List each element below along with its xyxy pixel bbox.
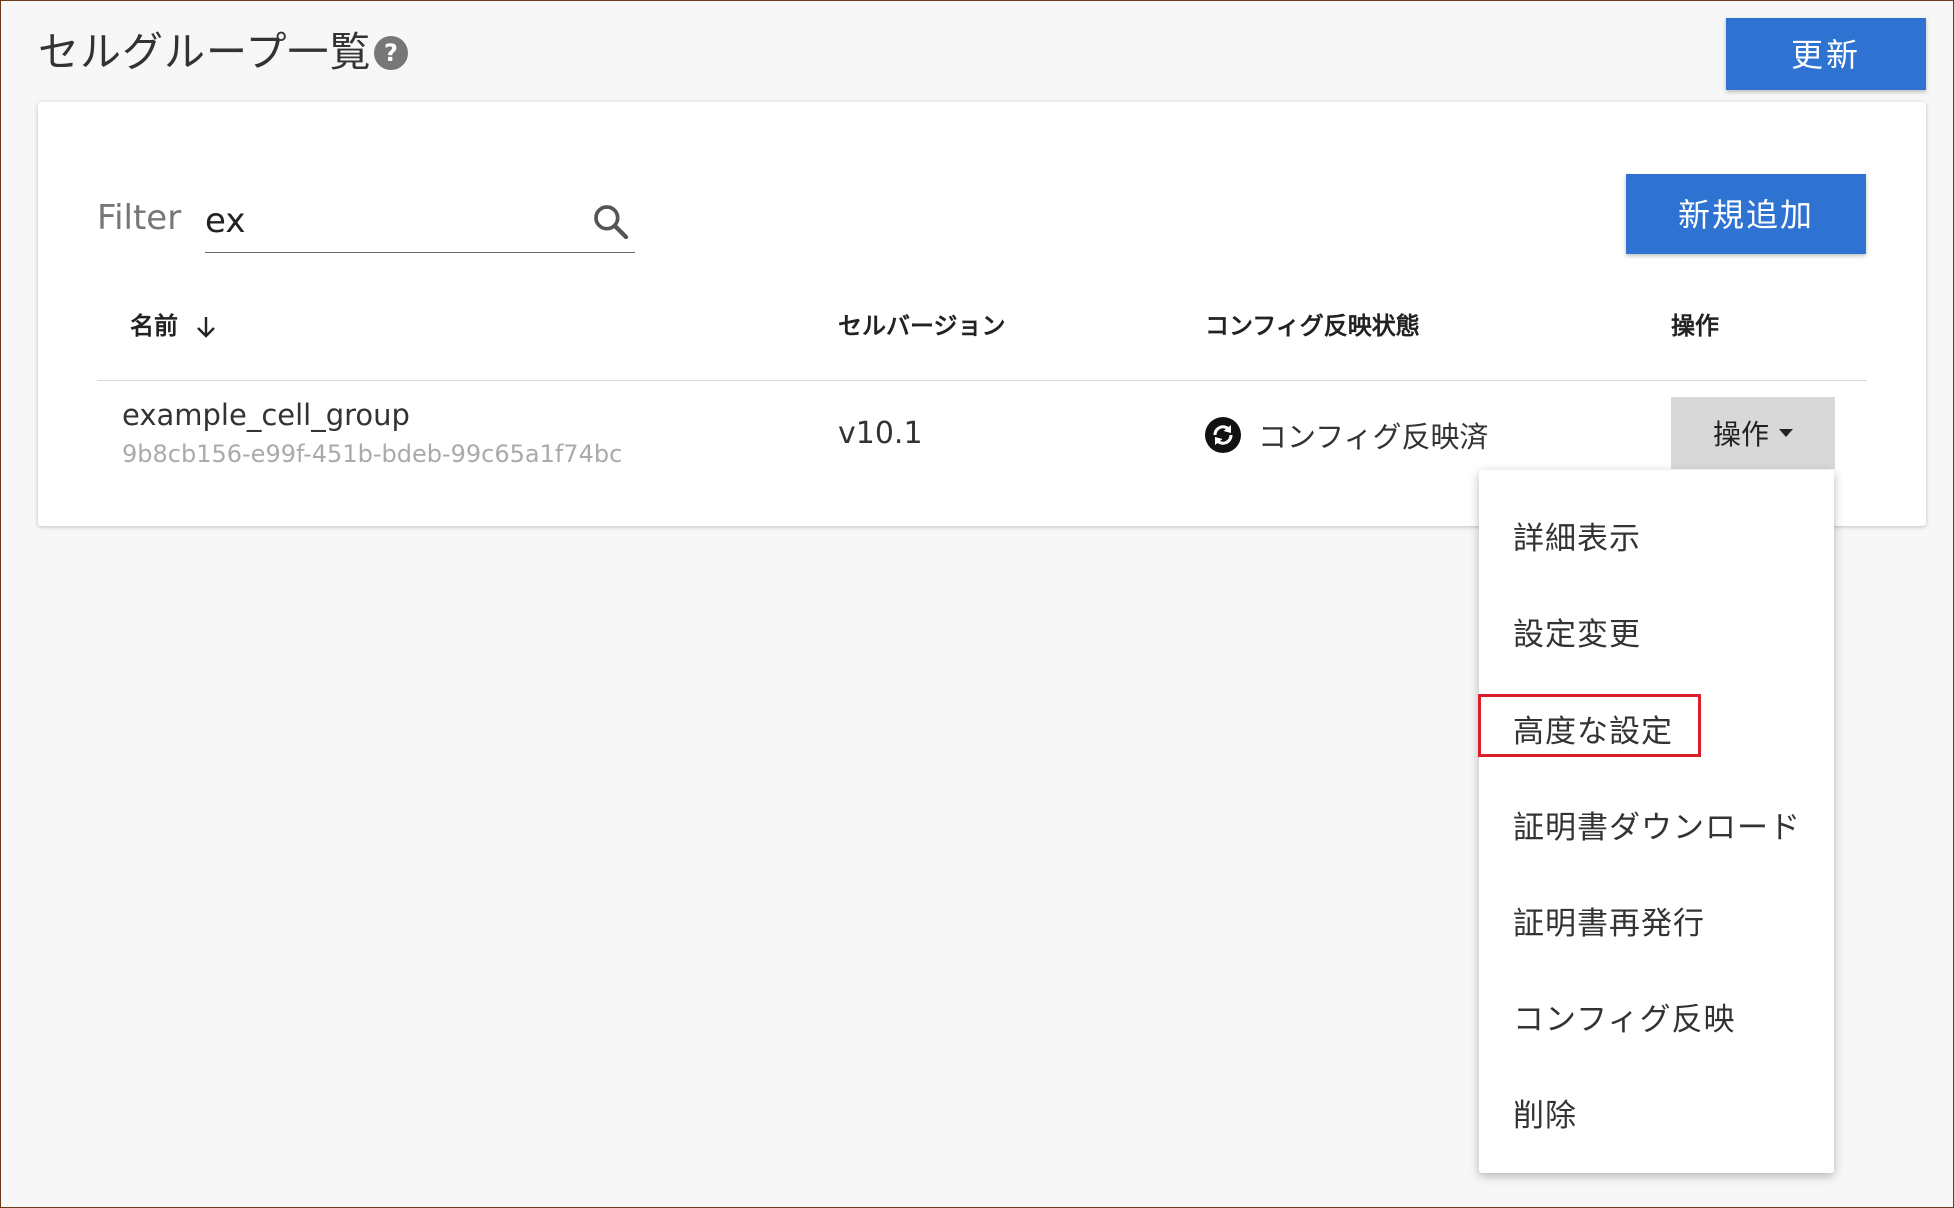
- menu-item-apply-config[interactable]: コンフィグ反映: [1513, 994, 1735, 1039]
- cell-group-id: 9b8cb156-e99f-451b-bdeb-99c65a1f74bc: [122, 440, 623, 468]
- caret-down-icon: [1779, 429, 1793, 437]
- column-header-config: コンフィグ反映状態: [1205, 312, 1420, 340]
- column-header-name[interactable]: 名前: [130, 306, 218, 341]
- menu-item-edit-settings[interactable]: 設定変更: [1513, 609, 1641, 654]
- add-new-button[interactable]: 新規追加: [1626, 174, 1866, 254]
- table-divider: [97, 380, 1867, 381]
- actions-dropdown-button[interactable]: 操作: [1671, 397, 1835, 469]
- cell-group-name: example_cell_group: [122, 398, 410, 432]
- menu-item-details[interactable]: 詳細表示: [1513, 513, 1641, 558]
- actions-button-label: 操作: [1712, 418, 1769, 451]
- cell-version: v10.1: [838, 416, 923, 451]
- menu-item-delete[interactable]: 削除: [1513, 1090, 1577, 1135]
- sort-down-icon[interactable]: [194, 314, 218, 340]
- page-title: セルグループ一覧: [38, 28, 372, 76]
- filter-input[interactable]: [205, 192, 565, 250]
- menu-item-download-certificate[interactable]: 証明書ダウンロード: [1513, 802, 1801, 847]
- config-status: コンフィグ反映済: [1204, 414, 1489, 456]
- filter-field: [205, 192, 635, 253]
- actions-menu: 詳細表示 設定変更 高度な設定 証明書ダウンロード 証明書再発行 コンフィグ反映…: [1479, 470, 1834, 1173]
- column-header-version: セルバージョン: [838, 312, 1006, 340]
- highlight-annotation-box: [1478, 694, 1701, 757]
- sync-icon: [1205, 417, 1241, 453]
- config-status-label: コンフィグ反映済: [1258, 420, 1489, 454]
- column-header-actions: 操作: [1671, 312, 1719, 340]
- menu-item-reissue-certificate[interactable]: 証明書再発行: [1513, 898, 1705, 943]
- search-icon[interactable]: [591, 202, 631, 242]
- refresh-button[interactable]: 更新: [1726, 18, 1926, 90]
- filter-label: Filter: [97, 198, 182, 238]
- column-header-name-label: 名前: [130, 312, 178, 340]
- help-icon[interactable]: ?: [374, 36, 408, 70]
